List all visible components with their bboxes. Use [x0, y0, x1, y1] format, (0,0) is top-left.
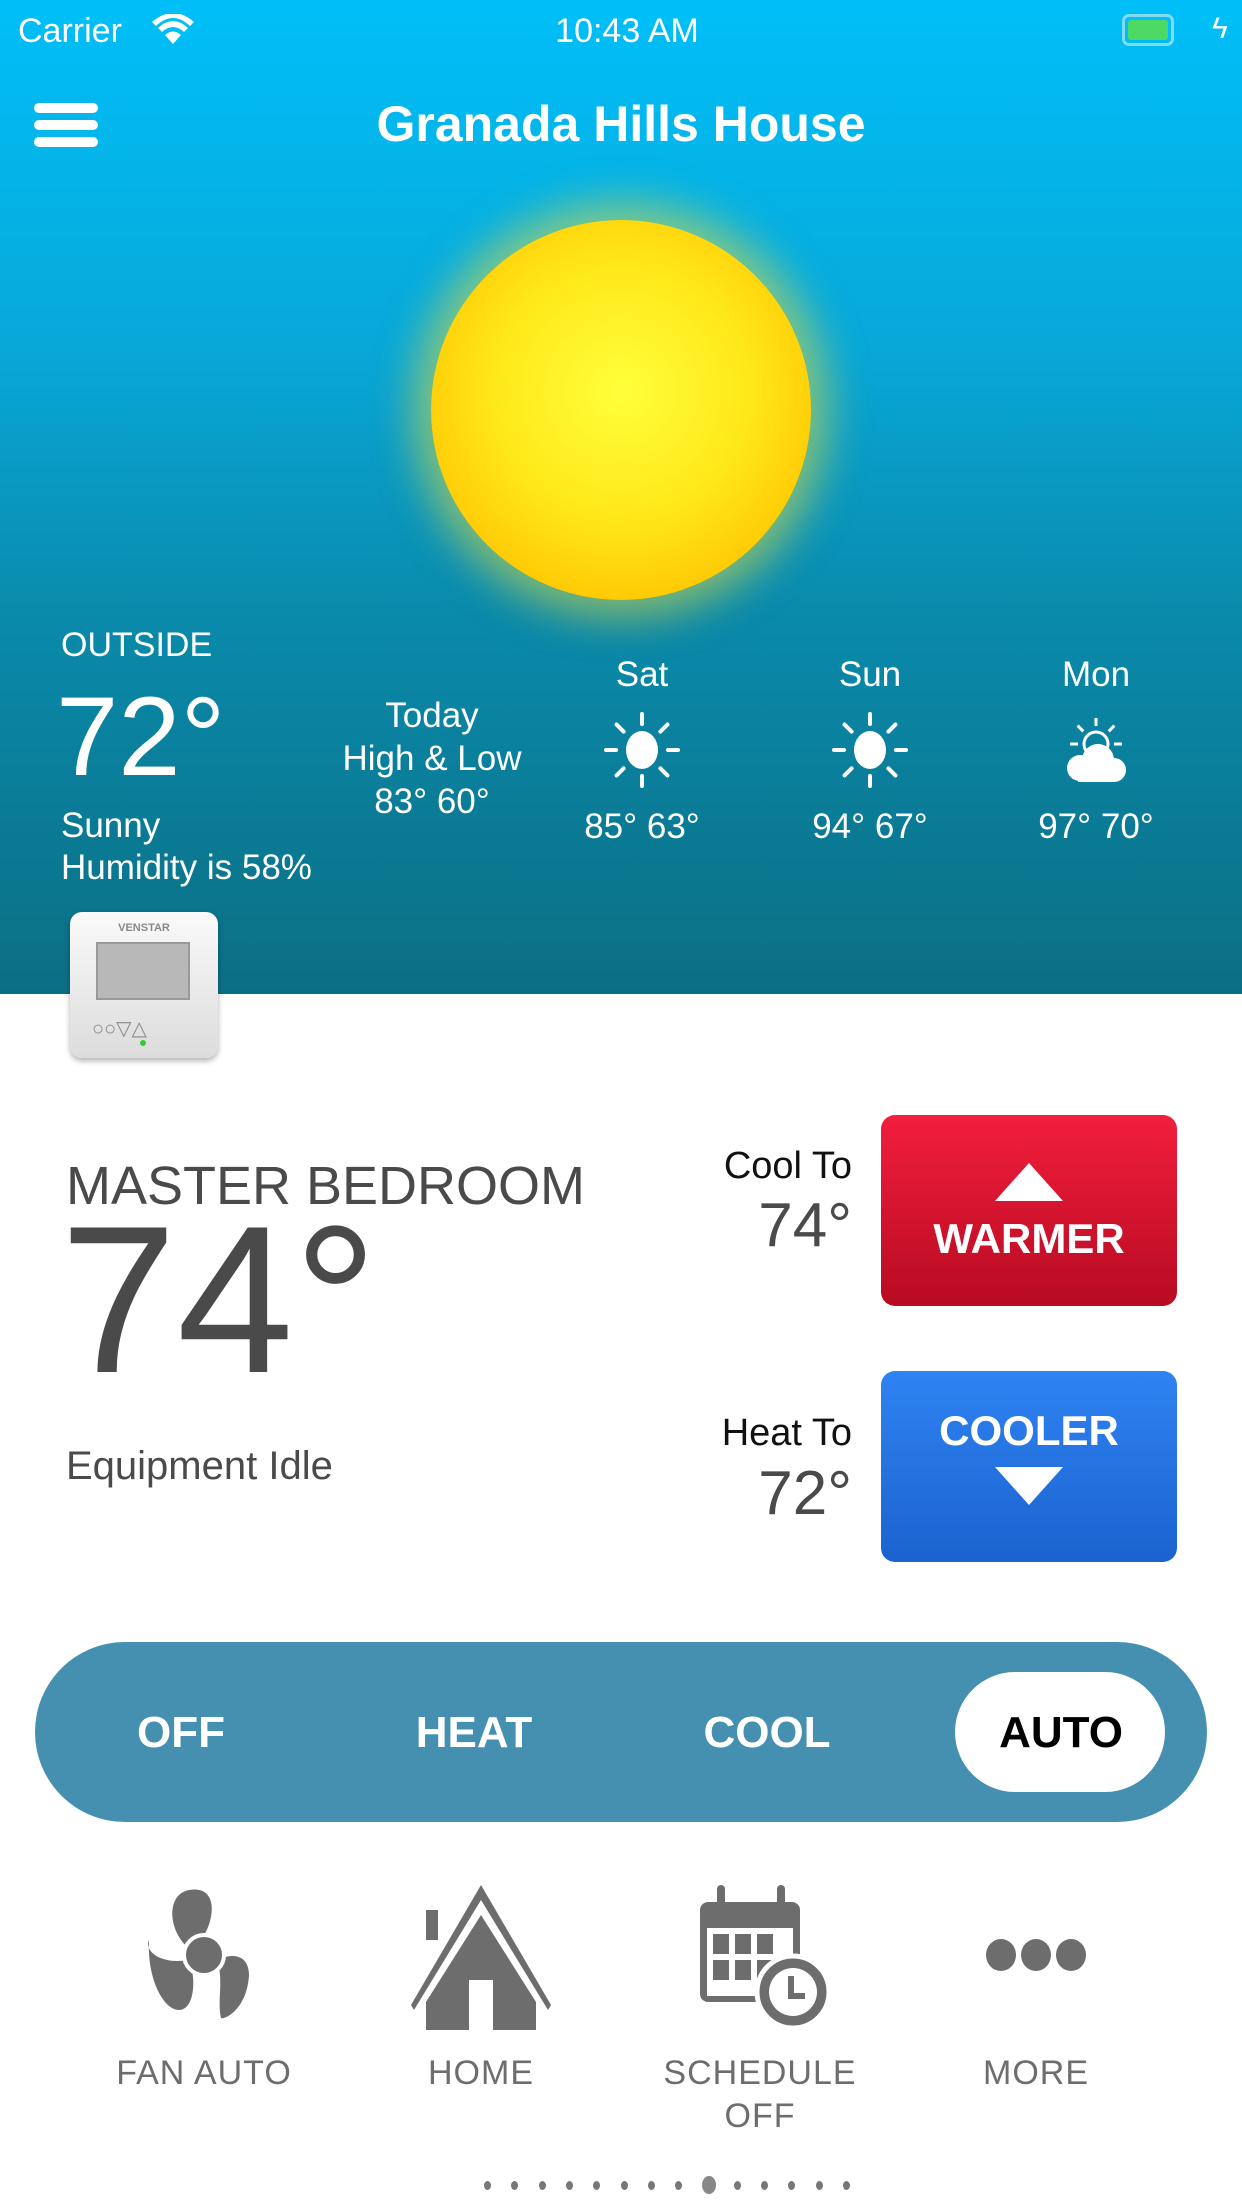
- outside-temp: 72°: [56, 674, 226, 799]
- mode-cool[interactable]: COOL: [703, 1708, 830, 1758]
- forecast-day: Sat 85° 63°: [552, 655, 732, 847]
- heat-to-temp: 72°: [758, 1459, 852, 1528]
- heat-to-label: Heat To: [721, 1412, 852, 1454]
- page-dot[interactable]: [620, 2181, 628, 2190]
- forecast-day-label: Sun: [838, 655, 902, 694]
- forecast-day-label: Sat: [615, 655, 669, 694]
- partly-cloudy-icon: [1006, 705, 1186, 797]
- page-dot[interactable]: [733, 2181, 741, 2190]
- carrier-label: Carrier: [18, 12, 122, 50]
- page-dot[interactable]: [788, 2181, 796, 2190]
- mode-off[interactable]: OFF: [137, 1708, 225, 1758]
- home-icon: [361, 1880, 601, 2030]
- forecast-day: Sun 94° 67°: [780, 655, 960, 847]
- charging-icon: ϟ: [1212, 12, 1228, 45]
- page-dot[interactable]: [511, 2181, 519, 2190]
- battery-icon: [1122, 14, 1174, 46]
- page-dot[interactable]: [538, 2181, 546, 2190]
- warmer-button[interactable]: WARMER: [881, 1115, 1177, 1306]
- wifi-icon: [152, 14, 194, 44]
- toolbar-label: MORE: [983, 2054, 1089, 2092]
- high-low-label: High & Low: [342, 739, 522, 778]
- today-high-low: Today High & Low 83° 60°: [343, 694, 522, 823]
- sunny-icon: [780, 705, 960, 797]
- page-dot[interactable]: [815, 2181, 823, 2190]
- cool-to-temp: 74°: [758, 1191, 852, 1260]
- today-temps: 83° 60°: [374, 782, 490, 821]
- condition: Sunny: [61, 806, 161, 845]
- mode-auto[interactable]: AUTO: [999, 1708, 1123, 1758]
- forecast-temps: 94° 67°: [812, 807, 928, 846]
- forecast-temps: 97° 70°: [1038, 807, 1154, 846]
- status-time: 10:43 AM: [555, 12, 699, 50]
- toolbar-fan-auto-button[interactable]: FAN AUTO: [84, 1880, 324, 2093]
- outside-label: OUTSIDE: [61, 626, 213, 664]
- cooler-label: COOLER: [939, 1407, 1119, 1454]
- toolbar-label: FAN AUTO: [116, 2054, 292, 2092]
- page-dot[interactable]: [565, 2181, 573, 2190]
- arrow-up-icon: [995, 1163, 1063, 1201]
- toolbar-home-button[interactable]: HOME: [361, 1880, 601, 2093]
- mode-heat[interactable]: HEAT: [416, 1708, 533, 1758]
- page-dot[interactable]: [761, 2181, 768, 2190]
- hamburger-icon[interactable]: [34, 103, 98, 147]
- sunny-icon: [552, 705, 732, 797]
- page-dot[interactable]: [647, 2181, 655, 2190]
- cooler-button[interactable]: COOLER: [881, 1371, 1177, 1562]
- page-dot[interactable]: [484, 2181, 491, 2190]
- equipment-status: Equipment Idle: [66, 1444, 333, 1488]
- toolbar-label: SCHEDULE: [663, 2054, 857, 2092]
- toolbar-more-button[interactable]: MORE: [916, 1880, 1156, 2093]
- page-dot[interactable]: [675, 2181, 683, 2190]
- today-label: Today: [385, 696, 479, 735]
- fan-icon: [84, 1880, 324, 2030]
- toolbar-schedule-button[interactable]: SCHEDULE OFF: [640, 1880, 880, 2136]
- humidity: Humidity is 58%: [61, 848, 312, 887]
- toolbar-label-2: OFF: [724, 2097, 796, 2135]
- forecast-day: Mon 97° 70°: [1006, 655, 1186, 847]
- cool-to-label: Cool To: [723, 1145, 852, 1187]
- toolbar-label: HOME: [428, 2054, 534, 2092]
- arrow-down-icon: [995, 1467, 1063, 1505]
- thermostat-device-image[interactable]: VENSTAR ○○▽△: [70, 912, 218, 1058]
- page-dot-active[interactable]: [702, 2176, 717, 2194]
- page-dot[interactable]: [593, 2181, 601, 2190]
- page-title: Granada Hills House: [376, 96, 866, 152]
- warmer-label: WARMER: [933, 1215, 1125, 1262]
- forecast-day-label: Mon: [1061, 655, 1131, 694]
- room-temp: 74°: [60, 1182, 378, 1417]
- schedule-icon: [640, 1880, 880, 2031]
- page-dot[interactable]: [842, 2181, 850, 2190]
- sun-icon: [431, 220, 811, 600]
- forecast-temps: 85° 63°: [584, 807, 700, 846]
- more-icon: [916, 1880, 1156, 2030]
